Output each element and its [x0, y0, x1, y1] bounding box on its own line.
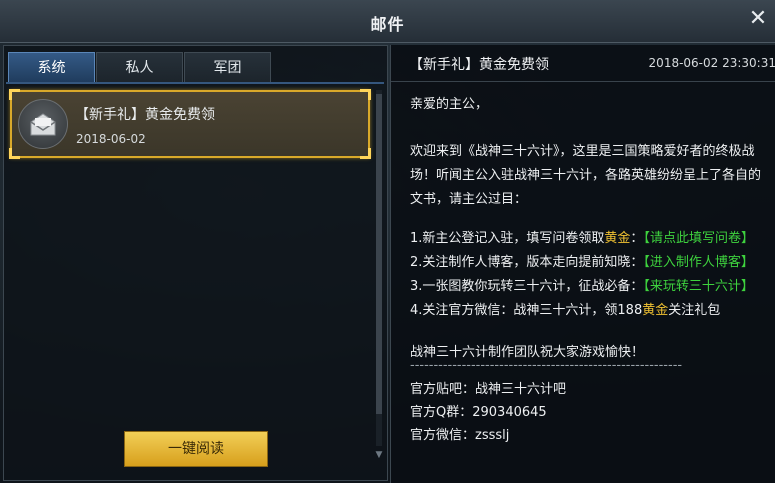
selection-corner	[360, 89, 371, 100]
gold-highlight: 黄金	[604, 231, 631, 246]
survey-link[interactable]: 【请点此填写问卷】	[643, 231, 754, 246]
selection-corner	[9, 148, 20, 159]
tab-underline	[6, 82, 384, 84]
item-text: 3.一张图教你玩转三十六计，征战必备：	[410, 279, 644, 294]
item-text: 关注礼包	[668, 303, 721, 318]
mail-list-item[interactable]: 【新手礼】黄金免费领 2018-06-02	[9, 89, 371, 159]
item-text: 4.关注官方微信：战神三十六计，领188	[410, 303, 643, 318]
list-item-1: 1.新主公登记入驻，填写问卷领取黄金：【请点此填写问卷】	[410, 227, 754, 246]
intro-line: 文书，请主公过目：	[410, 192, 528, 207]
official-qq-group: 官方Q群：290340645	[410, 405, 547, 420]
mail-date: 2018-06-02	[76, 132, 146, 146]
list-item-3: 3.一张图教你玩转三十六计，征战必备：【来玩转三十六计】	[410, 275, 754, 294]
blog-link[interactable]: 【进入制作人博客】	[643, 255, 754, 270]
close-icon[interactable]: ✕	[745, 6, 771, 32]
intro-line: 欢迎来到《战神三十六计》，这里是三国策略爱好者的终极战	[410, 144, 755, 159]
tab-legion[interactable]: 军团	[184, 52, 271, 83]
list-item-2: 2.关注制作人博客，版本走向提前知晓：【进入制作人博客】	[410, 251, 754, 270]
item-text: ：	[630, 231, 644, 246]
mail-subject: 【新手礼】黄金免费领	[75, 107, 215, 123]
mail-list-panel: 系统 私人 军团 【新手礼】黄金免费领 2018-06-02 ▼ 一键阅读	[3, 45, 388, 481]
item-text: 2.关注制作人博客，版本走向提前知晓：	[410, 255, 644, 270]
tab-system[interactable]: 系统	[8, 52, 95, 83]
intro-line: 场！听闻主公入驻战神三十六计，各路英雄纷纷呈上了各自的	[410, 168, 762, 183]
scroll-down-icon[interactable]: ▼	[372, 450, 386, 460]
official-tieba: 官方贴吧：战神三十六计吧	[410, 382, 567, 397]
mail-detail-time: 2018-06-02 23:30:31	[648, 56, 775, 70]
gold-highlight: 黄金	[642, 303, 669, 318]
envelope-icon	[18, 99, 68, 149]
read-all-button[interactable]: 一键阅读	[124, 431, 268, 467]
selection-corner	[9, 89, 20, 100]
divider: ----------------------------------------…	[410, 358, 683, 373]
official-wechat: 官方微信：zssslj	[410, 428, 510, 443]
scrollbar[interactable]	[376, 90, 382, 446]
greeting: 亲爱的主公，	[410, 97, 489, 112]
scrollbar-thumb[interactable]	[376, 94, 382, 414]
window-title: 邮件	[370, 15, 405, 34]
mail-detail-panel: 【新手礼】黄金免费领 2018-06-02 23:30:31 亲爱的主公， 欢迎…	[390, 45, 775, 483]
list-item-4: 4.关注官方微信：战神三十六计，领188黄金关注礼包	[410, 299, 720, 318]
mail-detail-header: 【新手礼】黄金免费领 2018-06-02 23:30:31	[391, 45, 775, 82]
tab-private[interactable]: 私人	[96, 52, 183, 83]
guide-link[interactable]: 【来玩转三十六计】	[643, 279, 754, 294]
window-titlebar: 邮件 ✕	[0, 0, 775, 43]
item-text: 1.新主公登记入驻，填写问卷领取	[410, 231, 605, 246]
mail-detail-subject: 【新手礼】黄金免费领	[409, 57, 549, 73]
selection-corner	[360, 148, 371, 159]
